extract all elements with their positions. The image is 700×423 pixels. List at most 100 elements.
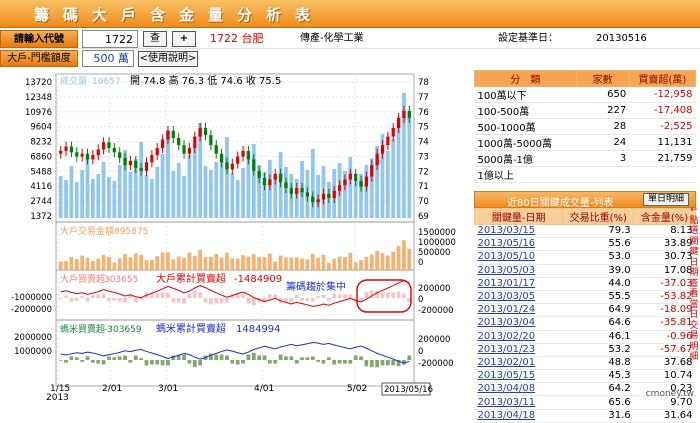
big-net-bar: [166, 292, 170, 298]
range-name: 100-500萬: [474, 102, 577, 119]
base-date-label: 設定基準日：: [498, 33, 558, 44]
amount-bar: [107, 257, 111, 270]
key-row[interactable]: 2013/03/05 55.5 -53.82: [474, 290, 696, 305]
amount-tick: 1000000: [418, 238, 456, 248]
small-net-bar: [235, 360, 240, 365]
candle-body: [391, 128, 395, 137]
key-date-link[interactable]: 2013/02/01: [474, 356, 563, 371]
help-button[interactable]: <使用說明>: [138, 51, 198, 67]
small-net-bar: [359, 356, 363, 360]
range-net: 21,759: [629, 150, 696, 167]
small-net-bar: [300, 357, 304, 360]
daily-detail-button[interactable]: 單日明細: [642, 193, 689, 206]
big-right-tick: -200000: [418, 306, 454, 316]
key-row[interactable]: 2013/02/20 46.1 -0.96: [474, 330, 696, 344]
key-row[interactable]: 2013/01/17 44.0 -37.03: [474, 277, 696, 291]
key-date-link[interactable]: 2013/01/24: [474, 303, 563, 318]
big-net-bar: [380, 292, 385, 298]
key-row[interactable]: 2013/05/15 45.3 10.74: [474, 369, 696, 384]
key-date-link[interactable]: 2013/03/11: [474, 395, 563, 410]
key-gold: -35.81: [633, 316, 696, 331]
range-row: 500-1000萬 28 -2,525: [474, 118, 696, 135]
key-row[interactable]: 2013/04/18 31.6 31.64: [474, 409, 696, 423]
big-net-bar: [219, 298, 224, 304]
big-net-bar: [107, 298, 111, 302]
volume-bar: [101, 162, 106, 218]
candle-body: [246, 150, 251, 160]
key-row[interactable]: 2013/03/15 79.3 8.13: [474, 224, 696, 239]
key-ratio: 53.2: [562, 343, 634, 357]
small-net-bar: [289, 356, 294, 360]
volume-tick: 2744: [30, 197, 52, 207]
small-net-bar: [225, 355, 229, 360]
big-net-bar: [208, 298, 213, 305]
key-date-link[interactable]: 2013/04/08: [474, 382, 563, 397]
threshold-value[interactable]: 500 萬: [82, 50, 134, 67]
search-button[interactable]: 查: [143, 31, 167, 47]
key-date-link[interactable]: 2013/03/04: [474, 316, 563, 331]
key-row[interactable]: 2013/03/04 64.6 -35.81: [474, 316, 696, 331]
big-net-bar: [101, 293, 106, 298]
key-row[interactable]: 2013/01/23 53.2 -57.67: [474, 343, 696, 357]
amount-tick: 500000: [418, 248, 450, 258]
amount-bar: [90, 261, 95, 270]
key-date-link[interactable]: 2013/05/15: [474, 369, 563, 384]
candle-body: [123, 158, 127, 166]
volume-tick: 13720: [25, 78, 52, 88]
candle-body: [182, 145, 186, 154]
volume-bar: [112, 181, 117, 218]
volume-bar: [90, 179, 95, 218]
key-gold: -53.82: [633, 290, 696, 305]
key-date-link[interactable]: 2013/04/18: [474, 409, 563, 423]
amount-bar: [321, 254, 326, 270]
amount-bar: [85, 257, 90, 270]
key-date-link[interactable]: 2013/02/20: [474, 330, 563, 344]
key-row[interactable]: 2013/05/10 53.0 30.73: [474, 250, 696, 265]
key-date-link[interactable]: 2013/05/03: [474, 264, 563, 278]
volume-bar: [171, 171, 176, 218]
key-date-link[interactable]: 2013/01/23: [474, 343, 563, 357]
small-net-bar: [246, 354, 251, 360]
price-tick: 75: [418, 123, 429, 133]
key-date-link[interactable]: 2013/03/05: [474, 290, 563, 305]
stock-name: 1722 台肥: [210, 32, 264, 45]
big-net-bar: [214, 298, 219, 304]
candle-body: [402, 110, 406, 118]
annotation-text: 籌碼趨於集中: [286, 280, 346, 293]
key-gold: -37.03: [633, 277, 696, 291]
big-net-bar: [117, 298, 122, 302]
big-net-bar: [289, 298, 294, 302]
add-button[interactable]: +: [172, 31, 196, 47]
small-net-bar: [407, 355, 412, 360]
stock-code-input[interactable]: [82, 30, 138, 48]
key-date-link[interactable]: 2013/01/17: [474, 277, 563, 291]
amount-bar: [359, 260, 363, 270]
key-date-link[interactable]: 2013/05/16: [474, 237, 563, 252]
gold-header: 含金量(%): [633, 208, 696, 225]
candle-body: [359, 180, 363, 187]
key-row[interactable]: 2013/05/03 39.0 17.08: [474, 264, 696, 278]
key-date-link[interactable]: 2013/03/15: [474, 224, 563, 239]
big-net-bar: [182, 298, 186, 304]
key-row[interactable]: 2013/02/01 48.8 37.68: [474, 356, 696, 371]
big-net-bar: [192, 290, 197, 298]
small-net-bar: [96, 360, 101, 364]
amount-bar: [337, 256, 342, 270]
amount-bar: [139, 254, 144, 270]
big-net-bar: [160, 292, 165, 298]
big-right-tick: 200000: [418, 284, 450, 294]
amount-bar: [96, 258, 101, 270]
key-ratio: 44.0: [562, 277, 634, 291]
big-cum-value: -1484909: [234, 274, 282, 285]
amount-bar: [385, 255, 390, 270]
key-date-link[interactable]: 2013/05/10: [474, 250, 563, 265]
candle-body: [144, 162, 149, 171]
key-row[interactable]: 2013/05/16 55.6 33.89: [474, 237, 696, 252]
small-net-bar: [385, 360, 390, 366]
key-row[interactable]: 2013/01/24 64.9 -18.09: [474, 303, 696, 318]
candle-body: [407, 110, 411, 118]
candle-body: [332, 190, 336, 198]
candle-body: [386, 136, 390, 146]
volume-tick: 5488: [30, 167, 52, 177]
small-net-bar: [380, 360, 385, 366]
